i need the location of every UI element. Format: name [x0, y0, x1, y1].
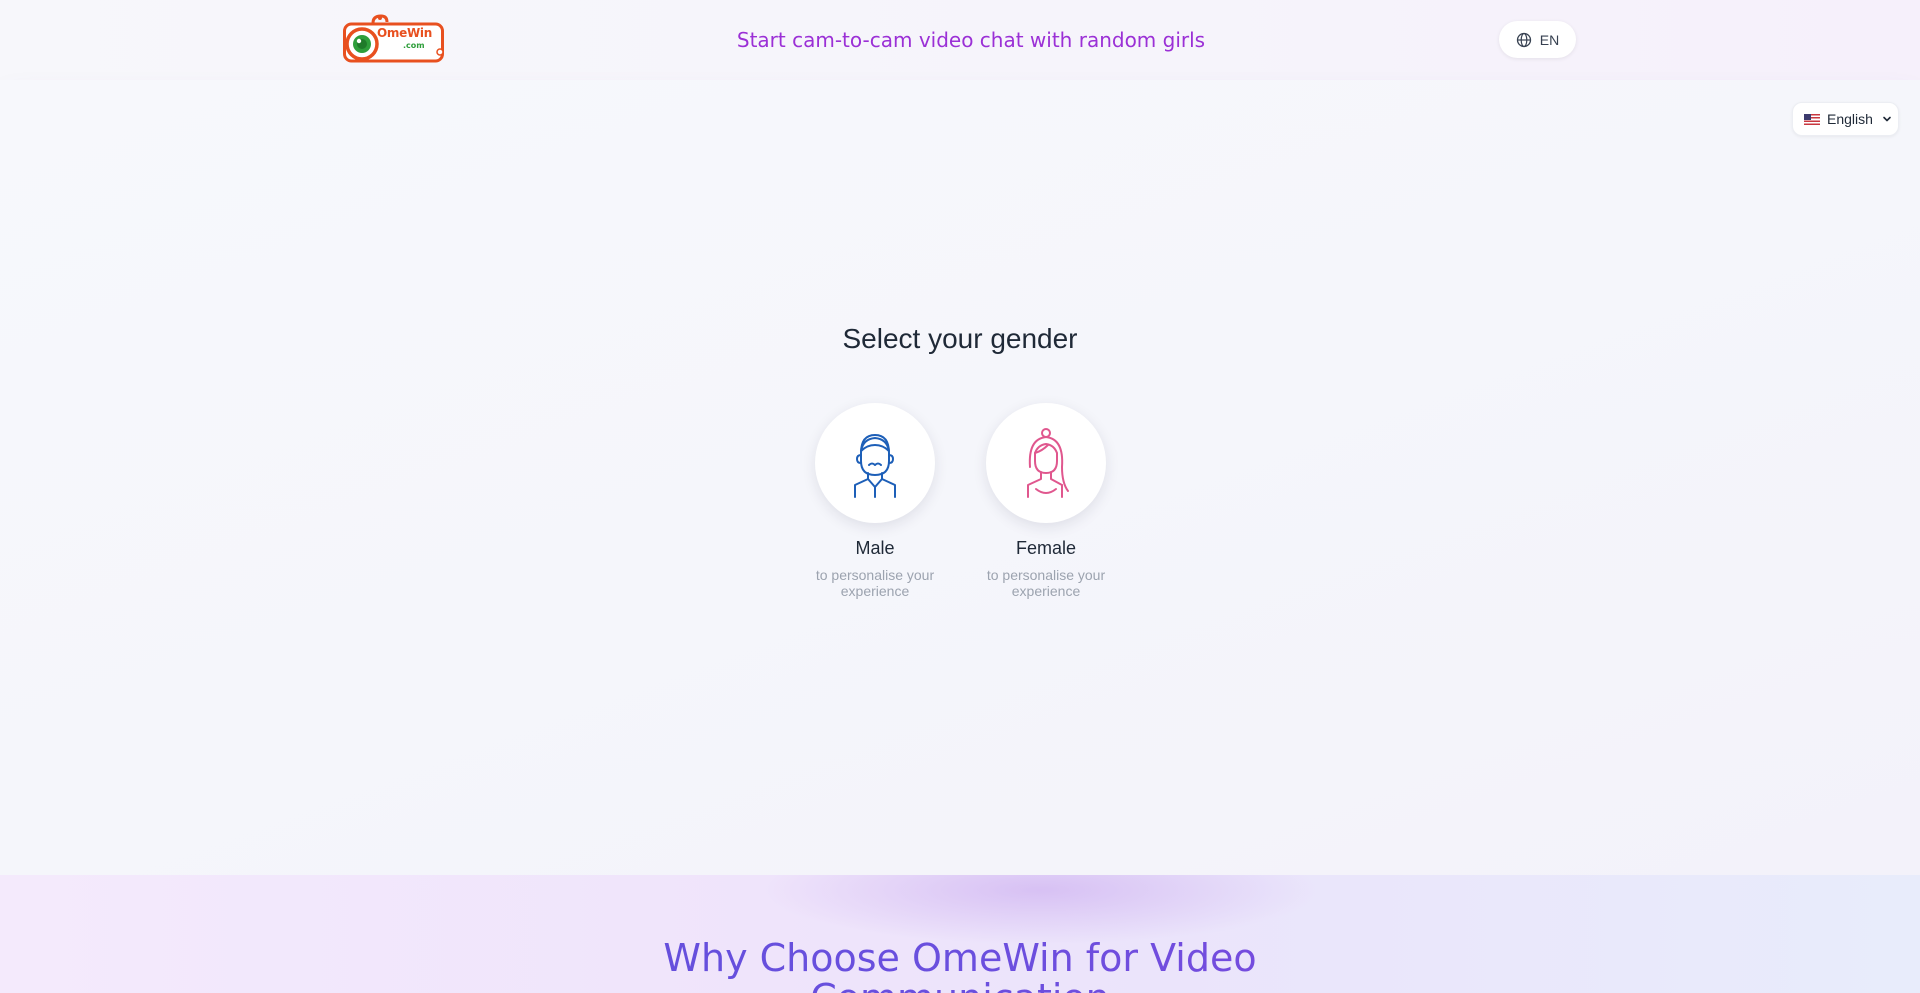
page-title: Select your gender [842, 323, 1078, 354]
female-avatar-button[interactable] [986, 403, 1106, 523]
language-select-value: English [1827, 111, 1873, 127]
language-button[interactable]: EN [1499, 21, 1576, 58]
female-avatar-icon [1027, 428, 1069, 498]
main-content: English Select your gender Male to perso… [0, 80, 1920, 875]
features-heading-text: Why Choose OmeWin for Video Communicatio… [663, 936, 1257, 980]
features-section: Why Choose OmeWin for Video Communicatio… [0, 875, 1920, 993]
male-label: Male [855, 538, 895, 558]
features-heading: Why Choose OmeWin for Video Communicatio… [0, 938, 1920, 993]
male-avatar-button[interactable] [815, 403, 935, 523]
site-header: OmeWin .com Start cam-to-cam video chat … [0, 0, 1920, 80]
gender-option-female[interactable]: Female to personalise your experience [985, 403, 1107, 599]
female-label: Female [1015, 538, 1077, 558]
us-flag-icon [1804, 113, 1820, 125]
gender-option-male[interactable]: Male to personalise your experience [814, 403, 936, 599]
header-tagline: Start cam-to-cam video chat with random … [736, 28, 1206, 52]
male-avatar-icon [854, 434, 896, 498]
female-subtext: to personalise your experience [986, 567, 1106, 599]
male-subtext: to personalise your experience [815, 567, 935, 599]
globe-icon [1516, 32, 1531, 47]
language-code: EN [1539, 31, 1560, 48]
chevron-down-icon [1883, 116, 1891, 122]
language-select[interactable]: English [1792, 102, 1899, 136]
